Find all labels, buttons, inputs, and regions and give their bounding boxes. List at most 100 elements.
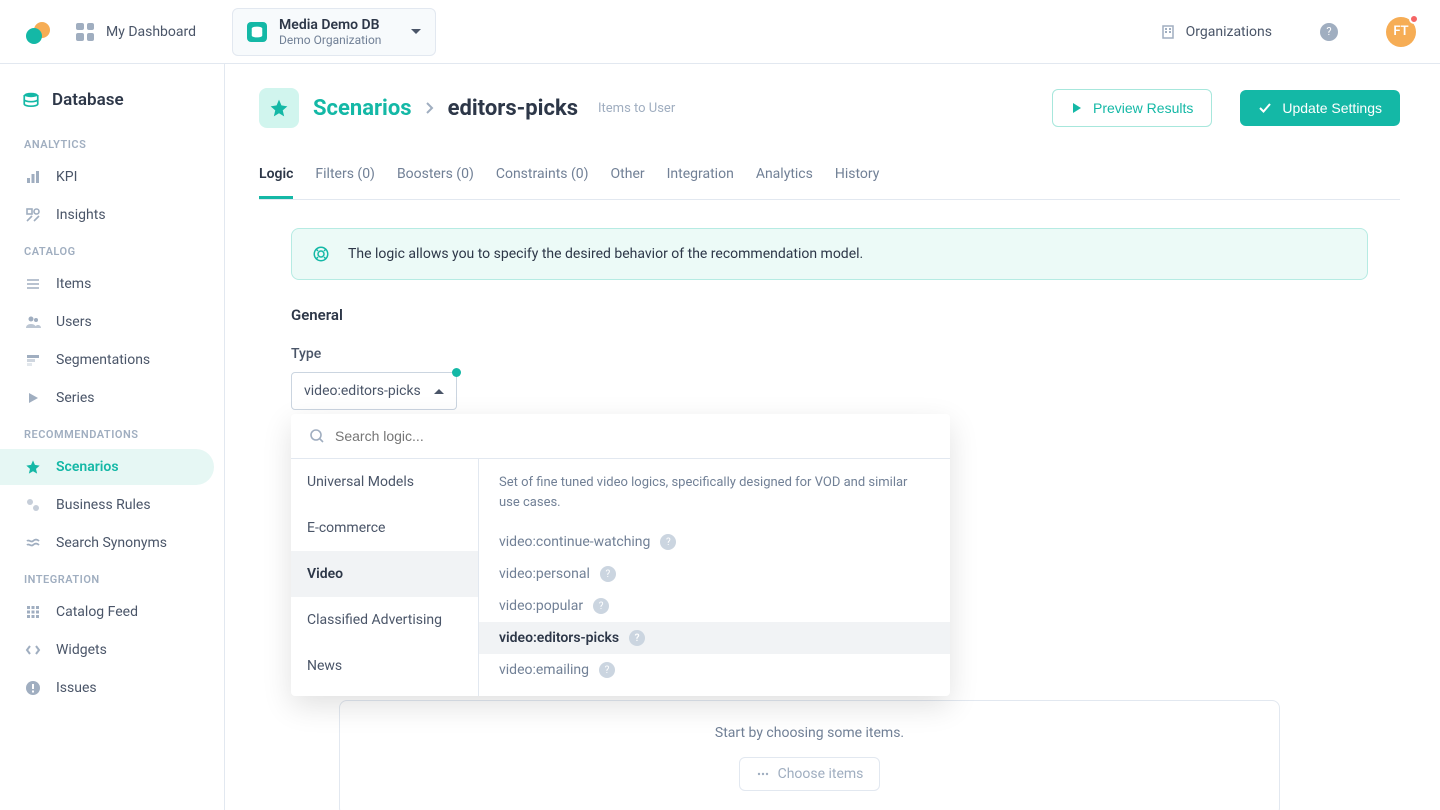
sidebar-item-label: Insights <box>56 207 106 223</box>
dropdown-search-input[interactable] <box>335 428 932 444</box>
tab-analytics[interactable]: Analytics <box>756 152 813 199</box>
breadcrumb-scenarios[interactable]: Scenarios <box>313 96 412 121</box>
info-note: The logic allows you to specify the desi… <box>291 228 1368 280</box>
dropdown-option-personal[interactable]: video:personal? <box>479 558 950 590</box>
play-icon <box>1071 102 1083 114</box>
sidebar-item-search-synonyms[interactable]: Search Synonyms <box>0 525 214 561</box>
sidebar-item-insights[interactable]: Insights <box>0 197 214 233</box>
lifebuoy-icon <box>312 245 330 263</box>
check-icon <box>1258 101 1272 115</box>
play-icon <box>24 391 42 405</box>
option-label: video:continue-watching <box>499 534 650 550</box>
sidebar-section-label: RECOMMENDATIONS <box>0 418 224 447</box>
dropdown-option-editors[interactable]: video:editors-picks? <box>479 622 950 654</box>
sidebar-item-label: Scenarios <box>56 459 119 475</box>
sidebar-item-issues[interactable]: Issues <box>0 670 214 706</box>
type-select-wrap: video:editors-picks Universal ModelsE-co… <box>291 372 457 410</box>
help-icon[interactable]: ? <box>600 566 616 582</box>
sidebar-item-catalog-feed[interactable]: Catalog Feed <box>0 594 214 630</box>
placeholder-text: Start by choosing some items. <box>715 725 904 741</box>
tab-filters[interactable]: Filters (0) <box>315 152 375 199</box>
help-icon[interactable]: ? <box>629 630 645 646</box>
my-dashboard-link[interactable]: My Dashboard <box>76 23 196 41</box>
app-logo[interactable] <box>24 22 52 42</box>
sidebar-item-items[interactable]: Items <box>0 266 214 302</box>
sidebar-item-label: Segmentations <box>56 352 150 368</box>
preview-results-button[interactable]: Preview Results <box>1052 89 1212 127</box>
star-icon <box>269 98 289 118</box>
dropdown-category-universal[interactable]: Universal Models <box>291 459 478 505</box>
sidebar-item-label: Issues <box>56 680 97 696</box>
sidebar-item-business-rules[interactable]: Business Rules <box>0 487 214 523</box>
sidebar-item-kpi[interactable]: KPI <box>0 159 214 195</box>
users-icon <box>24 314 42 330</box>
dropdown-category-news[interactable]: News <box>291 643 478 689</box>
choose-items-button[interactable]: Choose items <box>739 757 881 791</box>
organizations-link[interactable]: Organizations <box>1160 24 1272 40</box>
general-section-title: General <box>291 306 1368 324</box>
sidebar-item-label: Items <box>56 276 91 292</box>
approx-icon <box>24 535 42 551</box>
sidebar-item-label: KPI <box>56 169 77 185</box>
tab-other[interactable]: Other <box>611 152 645 199</box>
change-indicator-dot <box>452 368 461 377</box>
star-icon <box>24 459 42 475</box>
help-icon[interactable]: ? <box>599 662 615 678</box>
dropdown-option-popular[interactable]: video:popular? <box>479 590 950 622</box>
sidebar-item-label: Users <box>56 314 92 330</box>
dropdown-category-classified[interactable]: Classified Advertising <box>291 597 478 643</box>
option-label: video:popular <box>499 598 583 614</box>
tab-logic[interactable]: Logic <box>259 152 293 199</box>
chevron-down-icon <box>411 29 421 34</box>
sidebar-section-label: CATALOG <box>0 235 224 264</box>
dropdown-options-list: video:continue-watching?video:personal?v… <box>479 520 950 696</box>
category-description: Set of fine tuned video logics, specific… <box>479 459 950 520</box>
help-icon[interactable]: ? <box>660 534 676 550</box>
sidebar-item-label: Widgets <box>56 642 107 658</box>
sidebar-item-series[interactable]: Series <box>0 380 214 416</box>
sidebar-item-label: Series <box>56 390 95 406</box>
dropdown-search-row <box>291 414 950 459</box>
option-label: video:editors-picks <box>499 630 619 646</box>
breadcrumb-subtitle: Items to User <box>598 101 675 116</box>
breadcrumb-current: editors-picks <box>448 96 578 121</box>
option-label: video:personal <box>499 566 590 582</box>
sidebar-item-users[interactable]: Users <box>0 304 214 340</box>
dashboard-label: My Dashboard <box>106 24 196 40</box>
tab-history[interactable]: History <box>835 152 880 199</box>
search-icon <box>309 428 325 444</box>
db-org: Demo Organization <box>279 33 381 47</box>
db-name: Media Demo DB <box>279 17 381 33</box>
chevron-up-icon <box>434 389 444 394</box>
sidebar-item-label: Business Rules <box>56 497 151 513</box>
sidebar-item-scenarios[interactable]: Scenarios <box>0 449 214 485</box>
dropdown-categories: Universal ModelsE-commerceVideoClassifie… <box>291 459 479 696</box>
update-settings-button[interactable]: Update Settings <box>1240 90 1400 126</box>
list-icon <box>24 276 42 292</box>
tab-integration[interactable]: Integration <box>667 152 734 199</box>
dots-icon <box>756 767 770 781</box>
code-icon <box>24 642 42 658</box>
grid-icon <box>24 604 42 620</box>
database-picker[interactable]: Media Demo DB Demo Organization <box>232 8 436 56</box>
type-select[interactable]: video:editors-picks <box>291 372 457 410</box>
sidebar-item-segmentations[interactable]: Segmentations <box>0 342 214 378</box>
info-text: The logic allows you to specify the desi… <box>348 246 863 262</box>
dropdown-category-video[interactable]: Video <box>291 551 478 597</box>
option-label: video:emailing <box>499 662 589 678</box>
help-icon[interactable]: ? <box>593 598 609 614</box>
sidebar: Database ANALYTICSKPIInsightsCATALOGItem… <box>0 64 225 810</box>
items-placeholder-area: Start by choosing some items. Choose ite… <box>339 700 1280 810</box>
main-content: Scenarios editors-picks Items to User Pr… <box>225 64 1440 810</box>
dropdown-option-cw[interactable]: video:continue-watching? <box>479 526 950 558</box>
user-avatar[interactable]: FT <box>1386 17 1416 47</box>
sidebar-item-widgets[interactable]: Widgets <box>0 632 214 668</box>
bars-icon <box>24 169 42 185</box>
dropdown-option-emailing[interactable]: video:emailing? <box>479 654 950 686</box>
tab-constraints[interactable]: Constraints (0) <box>496 152 589 199</box>
dropdown-category-ecommerce[interactable]: E-commerce <box>291 505 478 551</box>
chevron-right-icon <box>426 102 434 114</box>
tab-boosters[interactable]: Boosters (0) <box>397 152 474 199</box>
help-icon[interactable]: ? <box>1320 23 1338 41</box>
database-icon <box>22 91 40 109</box>
